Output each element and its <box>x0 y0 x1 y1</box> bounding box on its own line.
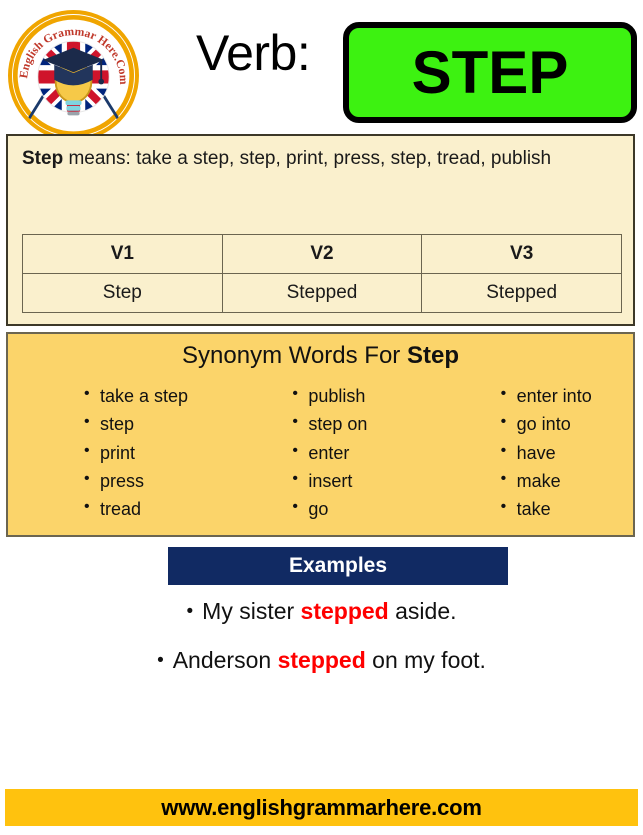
synonyms-title: Synonym Words For Step <box>8 342 633 370</box>
list-item: step <box>84 409 216 438</box>
example-item-1: • My sister stepped aside. <box>0 600 643 623</box>
definition-meanings: take a step, step, print, press, step, t… <box>136 148 552 169</box>
table-header-v2: V2 <box>221 234 423 274</box>
examples-banner: Examples <box>168 547 508 585</box>
list-item: have <box>501 437 633 467</box>
synonyms-title-prefix: Synonym Words For <box>182 342 407 369</box>
table-cell-v3: Stepped <box>421 273 622 313</box>
example-2-highlight: stepped <box>277 647 366 673</box>
list-item: enter <box>292 437 424 467</box>
synonyms-panel: Synonym Words For Step take a step step … <box>6 332 635 537</box>
example-1-before: My sister <box>202 598 301 624</box>
definition-word: Step <box>22 148 64 169</box>
table-header-v1: V1 <box>22 234 223 274</box>
definition-lead: means: <box>63 148 137 169</box>
site-logo: English Grammar Here.Com <box>8 10 139 141</box>
table-cell-v2: Stepped <box>221 273 423 313</box>
examples-banner-text: Examples <box>288 554 388 577</box>
list-item: make <box>501 466 633 495</box>
list-item: tread <box>84 494 216 523</box>
list-item: enter into <box>501 381 633 410</box>
table-header-row: V1 V2 V3 <box>22 234 622 274</box>
list-item: press <box>84 466 216 495</box>
verb-word-chip: STEP <box>343 22 637 123</box>
list-item: go into <box>501 409 633 438</box>
header: English Grammar Here.Com Verb: STEP <box>0 0 643 141</box>
verb-forms-table: V1 V2 V3 Step Stepped Stepped <box>22 234 622 313</box>
synonyms-column-3: enter into go into have make take <box>425 381 633 523</box>
table-header-v3: V3 <box>421 234 622 274</box>
list-item: step on <box>292 409 424 438</box>
table-cell-v1: Step <box>22 273 223 313</box>
list-item: insert <box>292 466 424 495</box>
example-2-before: Anderson <box>172 647 278 673</box>
table-row: Step Stepped Stepped <box>22 273 622 313</box>
definition-panel: Step means: take a step, step, print, pr… <box>6 134 635 326</box>
definition-text: Step means: take a step, step, print, pr… <box>22 146 622 173</box>
example-1-highlight: stepped <box>300 598 389 624</box>
synonyms-title-word: Step <box>406 342 459 369</box>
examples-list: • My sister stepped aside. • Anderson step… <box>0 600 643 698</box>
verb-label: Verb: <box>196 25 311 81</box>
list-item: publish <box>292 381 424 410</box>
list-item: take a step <box>84 381 216 410</box>
example-2-after: on my foot. <box>365 647 486 673</box>
synonyms-column-2: publish step on enter insert go <box>216 381 424 523</box>
bullet-icon: • <box>186 601 194 622</box>
list-item: go <box>292 494 424 523</box>
example-item-2: • Anderson stepped on my foot. <box>0 649 643 672</box>
footer-bar: www.englishgrammarhere.com <box>5 789 638 826</box>
footer-url[interactable]: www.englishgrammarhere.com <box>161 795 482 821</box>
list-item: print <box>84 437 216 467</box>
synonyms-column-1: take a step step print press tread <box>8 381 216 523</box>
bullet-icon: • <box>157 650 164 671</box>
logo-badge-icon: English Grammar Here.Com <box>12 14 135 137</box>
list-item: take <box>501 494 633 523</box>
synonyms-columns: take a step step print press tread publi… <box>8 381 633 523</box>
example-1-after: aside. <box>388 598 457 624</box>
verb-word-text: STEP <box>411 38 569 106</box>
